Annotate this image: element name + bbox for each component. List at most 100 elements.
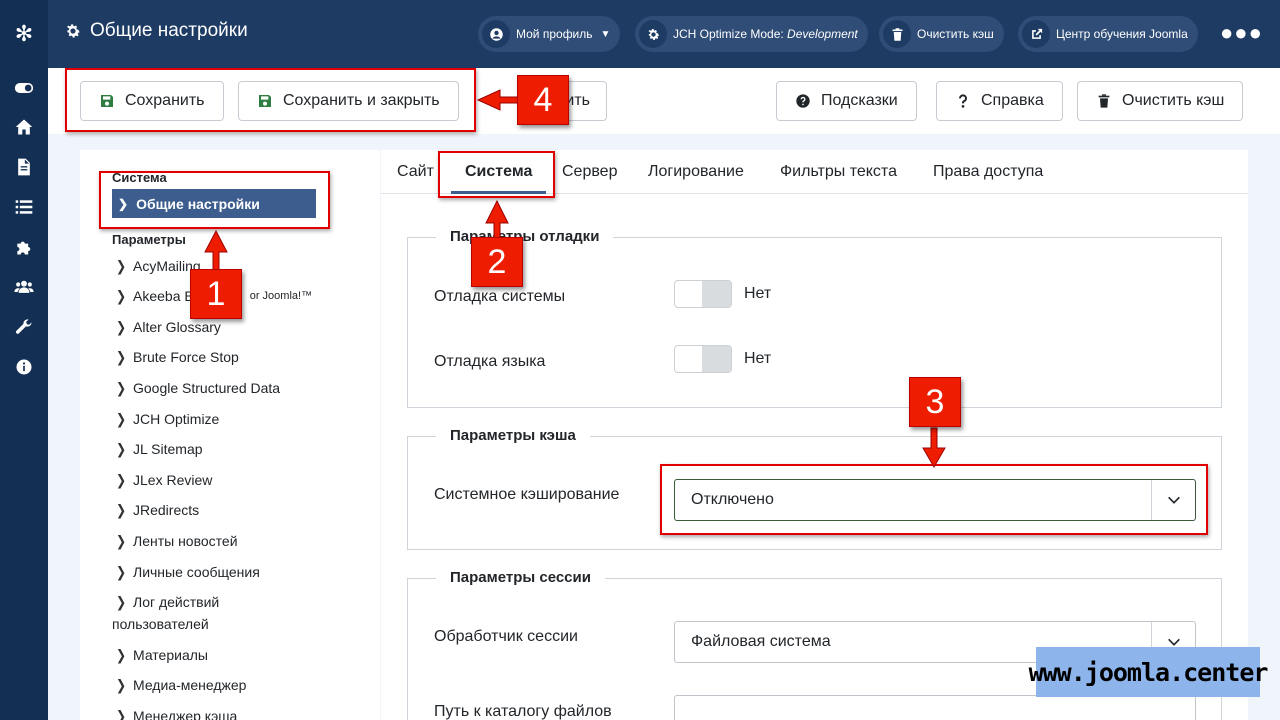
sidebar-item-jl-sitemap[interactable]: ❯ JL Sitemap [116, 438, 203, 460]
sidebar-item-label: JLex Review [133, 472, 213, 488]
chevron-right-icon: ❯ [116, 532, 127, 550]
help-label: Справка [981, 92, 1044, 109]
page-title: Общие настройки [64, 20, 248, 42]
joomla-learning-center-button[interactable]: Центр обучения Joomla [1018, 16, 1198, 52]
sidebar-item-label: Личные сообщения [133, 564, 260, 580]
sidebar-item-messages[interactable]: ❯ Личные сообщения [116, 561, 260, 583]
sidebar-item-google-structured-data[interactable]: ❯ Google Structured Data [116, 377, 280, 399]
system-debug-switch[interactable] [674, 280, 732, 308]
sidebar-item-jch-optimize[interactable]: ❯ JCH Optimize [116, 408, 219, 430]
cache-legend: Параметры кэша [436, 427, 590, 444]
toolbar-clear-cache-label: Очистить кэш [1122, 92, 1225, 109]
annotation-number-4: 4 [517, 75, 569, 125]
header-clear-cache-button[interactable]: Очистить кэш [879, 16, 1004, 52]
extensions-icon[interactable] [0, 232, 48, 262]
sidebar-item-media[interactable]: ❯ Медиа-менеджер [116, 674, 246, 696]
tab-text-filters[interactable]: Фильтры текста [780, 150, 897, 194]
users-icon[interactable] [0, 272, 48, 302]
jch-mode-value: Development [787, 27, 858, 41]
cancel-label: ить [565, 92, 590, 109]
chevron-right-icon: ❯ [116, 287, 127, 305]
system-wrench-icon[interactable] [0, 312, 48, 342]
toolbar-clear-cache-button[interactable]: Очистить кэш [1077, 81, 1244, 121]
left-icon-bar: ✻ [0, 0, 48, 720]
sidebar-item-articles[interactable]: ❯ Материалы [116, 644, 208, 666]
sidebar-item-label: JCH Optimize [133, 411, 220, 427]
chevron-right-icon: ❯ [116, 646, 127, 664]
sidebar-item-alter-glossary[interactable]: ❯ Alter Glossary [116, 316, 221, 338]
chevron-right-icon: ❯ [116, 348, 127, 366]
config-content: Сайт Система Сервер Логирование Фильтры … [381, 150, 1248, 720]
sidebar-item-label: Ленты новостей [133, 533, 238, 549]
content-icon[interactable] [0, 152, 48, 182]
sidebar-item-label: Лог действий [133, 594, 220, 610]
session-path-label: Путь к каталогу файлов [434, 703, 612, 720]
system-debug-value: Нет [744, 285, 772, 302]
annotation-box-3 [660, 464, 1208, 535]
sidebar-item-label: JL Sitemap [133, 441, 203, 457]
menus-icon[interactable] [0, 192, 48, 222]
session-path-input[interactable] [674, 695, 1196, 720]
page-title-text: Общие настройки [90, 20, 248, 41]
chevron-right-icon: ❯ [116, 379, 127, 397]
toggle-menu-icon[interactable] [0, 73, 48, 103]
tab-site[interactable]: Сайт [397, 150, 434, 194]
sidebar-item-label-line2: пользователей [112, 616, 209, 632]
sidebar-item-jlex-review[interactable]: ❯ JLex Review [116, 469, 212, 491]
tab-logging[interactable]: Логирование [648, 150, 744, 194]
debug-fieldset: Параметры отладки Отладка системы Нет От… [407, 228, 1222, 408]
chevron-right-icon: ❯ [116, 563, 127, 581]
annotation-number-3: 3 [909, 377, 961, 427]
chevron-right-icon: ❯ [116, 318, 127, 336]
top-header: Общие настройки Мой профиль ▼ JCH Optimi… [48, 0, 1280, 68]
annotation-box-2 [438, 151, 555, 198]
question-icon [959, 94, 967, 108]
language-debug-label: Отладка языка [434, 353, 546, 370]
watermark: www.joomla.center [1029, 647, 1268, 697]
hints-button[interactable]: Подсказки [776, 81, 917, 121]
chevron-right-icon: ❯ [116, 410, 127, 428]
more-options-icon[interactable]: ●●● [1220, 22, 1263, 44]
sidebar-item-label: JRedirects [133, 502, 200, 518]
question-circle-icon [796, 94, 810, 108]
header-clear-cache-label: Очистить кэш [917, 27, 994, 41]
sidebar-item-cache-manager[interactable]: ❯ Менеджер кэша [116, 705, 237, 720]
info-icon[interactable] [0, 352, 48, 382]
chevron-right-icon: ❯ [116, 676, 127, 694]
sidebar-item-action-logs[interactable]: ❯ Лог действий пользователей [112, 591, 296, 632]
sidebar-item-brute-force-stop[interactable]: ❯ Brute Force Stop [116, 346, 239, 368]
sidebar-item-label: Alter Glossary [133, 319, 221, 335]
joomla-logo-icon[interactable]: ✻ [12, 22, 36, 46]
my-profile-button[interactable]: Мой профиль ▼ [478, 16, 621, 52]
sidebar-item-label-suffix: or Joomla!™ [249, 290, 313, 302]
sidebar-item-label: Материалы [133, 647, 208, 663]
annotation-number-1: 1 [190, 269, 242, 319]
sidebar-item-label: Менеджер кэша [133, 708, 238, 720]
language-debug-value: Нет [744, 350, 772, 367]
session-handler-label: Обработчик сессии [434, 628, 578, 645]
session-handler-value: Файловая система [691, 633, 831, 650]
sidebar-item-newsfeeds[interactable]: ❯ Ленты новостей [116, 530, 238, 552]
joomla-learning-center-label: Центр обучения Joomla [1056, 27, 1188, 41]
sidebar-item-label: Медиа-менеджер [133, 677, 247, 693]
tab-permissions[interactable]: Права доступа [933, 150, 1043, 194]
gear-icon [639, 20, 667, 48]
system-cache-label: Системное кэширование [434, 486, 620, 503]
tab-server[interactable]: Сервер [562, 150, 617, 194]
trash-icon [883, 20, 911, 48]
chevron-right-icon: ❯ [116, 471, 127, 489]
session-legend: Параметры сессии [436, 569, 605, 586]
chevron-right-icon: ❯ [116, 440, 127, 458]
chevron-down-icon: ▼ [600, 28, 611, 40]
help-button[interactable]: Справка [936, 81, 1063, 121]
sidebar-item-acymailing[interactable]: ❯ AcyMailing [116, 255, 201, 277]
params-heading: Параметры [112, 232, 186, 247]
annotation-number-2: 2 [471, 237, 523, 287]
sidebar-item-jredirects[interactable]: ❯ JRedirects [116, 499, 199, 521]
language-debug-switch[interactable] [674, 345, 732, 373]
annotation-box-1 [99, 171, 330, 229]
home-icon[interactable] [0, 112, 48, 142]
jch-optimize-mode-button[interactable]: JCH Optimize Mode: Development [635, 16, 868, 52]
debug-legend: Параметры отладки [436, 228, 614, 245]
gear-icon [67, 24, 80, 38]
